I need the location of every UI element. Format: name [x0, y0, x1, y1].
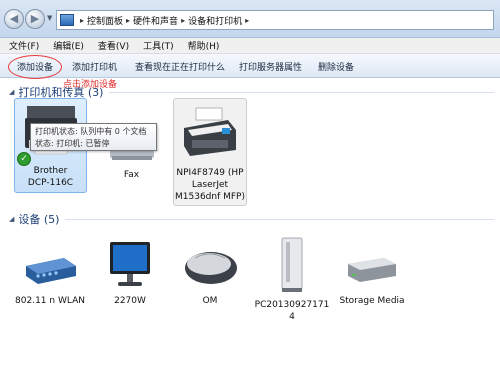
- device-label: Brother: [33, 166, 68, 176]
- forward-button[interactable]: ▶: [25, 9, 45, 29]
- title-bar: ◀ ▶ ▼ ▸ 控制面板 ▸ 硬件和声音 ▸ 设备和打印机 ▸: [0, 0, 500, 38]
- menu-edit[interactable]: 编辑(E): [53, 39, 84, 52]
- control-panel-icon: [60, 14, 74, 26]
- menu-view[interactable]: 查看(V): [98, 39, 129, 52]
- monitor-icon: [110, 242, 150, 286]
- menu-bar: 文件(F) 编辑(E) 查看(V) 工具(T) 帮助(H): [0, 38, 500, 54]
- device-storage[interactable]: Storage Media: [336, 244, 408, 307]
- section-divider: [65, 218, 494, 220]
- chevron-right-icon: ▸: [245, 15, 250, 25]
- tooltip-line: 状态: 打印机: 已暂停: [35, 139, 110, 148]
- device-label: DCP-116C: [27, 178, 74, 188]
- address-bar[interactable]: ▸ 控制面板 ▸ 硬件和声音 ▸ 设备和打印机 ▸: [56, 10, 494, 30]
- print-server-properties-button[interactable]: 打印服务器属性: [239, 60, 302, 73]
- section-divider: [109, 91, 494, 93]
- command-toolbar: 添加设备 添加打印机 查看现在正在打印什么 打印服务器属性 删除设备: [0, 54, 500, 78]
- add-printer-button[interactable]: 添加打印机: [72, 60, 117, 73]
- computer-tower-icon: [281, 237, 303, 292]
- device-label: LaserJet: [191, 180, 229, 190]
- device-label: 802.11 n WLAN: [15, 296, 85, 306]
- device-label: 2270W: [114, 296, 146, 306]
- default-printer-check-icon: ✓: [17, 152, 31, 166]
- device-monitor[interactable]: 2270W: [92, 240, 168, 307]
- menu-tools[interactable]: 工具(T): [143, 39, 174, 52]
- wireless-adapter-icon: [26, 258, 76, 284]
- device-label: OM: [202, 296, 218, 306]
- device-label: 4: [289, 312, 295, 322]
- device-label: Storage Media: [339, 296, 405, 306]
- device-label: NPI4F8749 (HP: [176, 168, 244, 178]
- device-label: PC20130927171: [254, 300, 330, 310]
- chevron-right-icon: ▸: [126, 15, 131, 25]
- device-mouse[interactable]: OM: [172, 240, 248, 307]
- breadcrumb-control-panel[interactable]: 控制面板: [87, 14, 123, 27]
- devices-section-title: 设备 (5): [18, 213, 60, 226]
- devices-section-header[interactable]: ◢ 设备 (5): [9, 211, 494, 227]
- device-pc[interactable]: PC20130927171 4: [254, 236, 330, 323]
- menu-help[interactable]: 帮助(H): [188, 39, 220, 52]
- printer-icon: [184, 107, 236, 156]
- device-wlan[interactable]: 802.11 n WLAN: [10, 240, 90, 307]
- breadcrumb-devices-printers[interactable]: 设备和打印机: [188, 14, 242, 27]
- collapse-arrow-icon[interactable]: ◢: [9, 88, 14, 96]
- back-button[interactable]: ◀: [4, 9, 24, 29]
- device-label: M1536dnf MFP): [175, 192, 245, 202]
- breadcrumb-hardware-sound[interactable]: 硬件和声音: [133, 14, 178, 27]
- mouse-icon: [185, 252, 237, 284]
- hard-drive-icon: [348, 258, 396, 282]
- recent-pages-dropdown[interactable]: ▼: [47, 14, 52, 22]
- see-printing-button[interactable]: 查看现在正在打印什么: [135, 60, 225, 73]
- printer-status-tooltip: 打印机状态: 队列中有 0 个文档 状态: 打印机: 已暂停: [30, 123, 157, 151]
- tooltip-line: 打印机状态: 队列中有 0 个文档: [35, 127, 147, 136]
- device-label: Fax: [123, 170, 140, 180]
- remove-device-button[interactable]: 删除设备: [318, 60, 354, 73]
- collapse-arrow-icon[interactable]: ◢: [9, 215, 14, 223]
- highlight-circle: [8, 55, 62, 79]
- menu-file[interactable]: 文件(F): [9, 39, 39, 52]
- chevron-right-icon: ▸: [181, 15, 186, 25]
- chevron-right-icon: ▸: [80, 15, 85, 25]
- printer-hp[interactable]: NPI4F8749 (HP LaserJet M1536dnf MFP): [173, 100, 247, 203]
